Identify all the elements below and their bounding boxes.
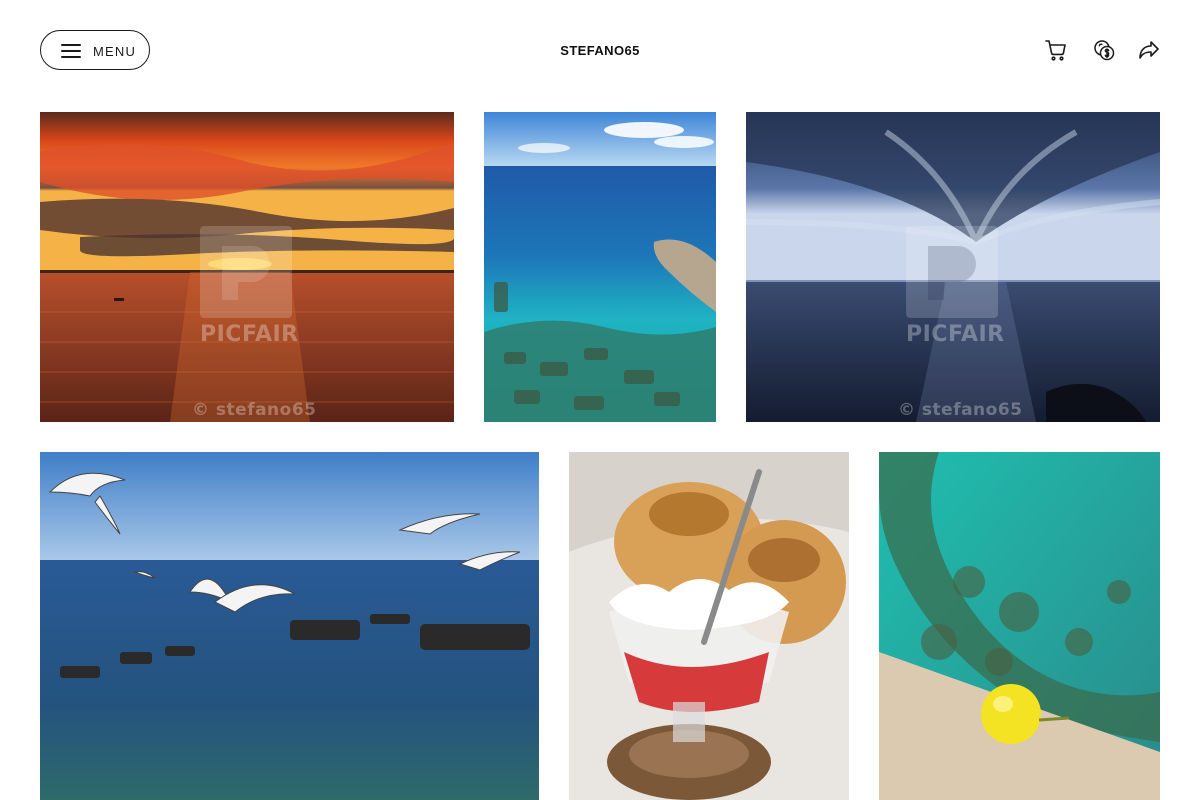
portfolio-page: MENU STEFANO65 PICFAIR © stefano65 PICFA… [0, 0, 1200, 800]
seagulls-image [40, 452, 539, 800]
share-icon[interactable] [1137, 38, 1161, 62]
turquoise-sea-image [484, 112, 716, 422]
photo-turquoise-sea[interactable] [484, 112, 716, 422]
lemon-image [879, 452, 1160, 800]
photo-seagulls[interactable] [40, 452, 539, 800]
stormy-sky-image [746, 112, 1160, 422]
photo-granita[interactable] [569, 452, 849, 800]
cart-icon[interactable] [1044, 38, 1068, 62]
sunset-image [40, 112, 454, 422]
currency-icon[interactable] [1092, 38, 1116, 62]
granita-image [569, 452, 849, 800]
site-title[interactable]: STEFANO65 [0, 43, 1200, 58]
photo-sunset[interactable]: PICFAIR © stefano65 [40, 112, 454, 422]
photo-lemon[interactable] [879, 452, 1160, 800]
site-header: MENU STEFANO65 [0, 0, 1200, 102]
photo-stormy-sky[interactable]: PICFAIR © stefano65 [746, 112, 1160, 422]
